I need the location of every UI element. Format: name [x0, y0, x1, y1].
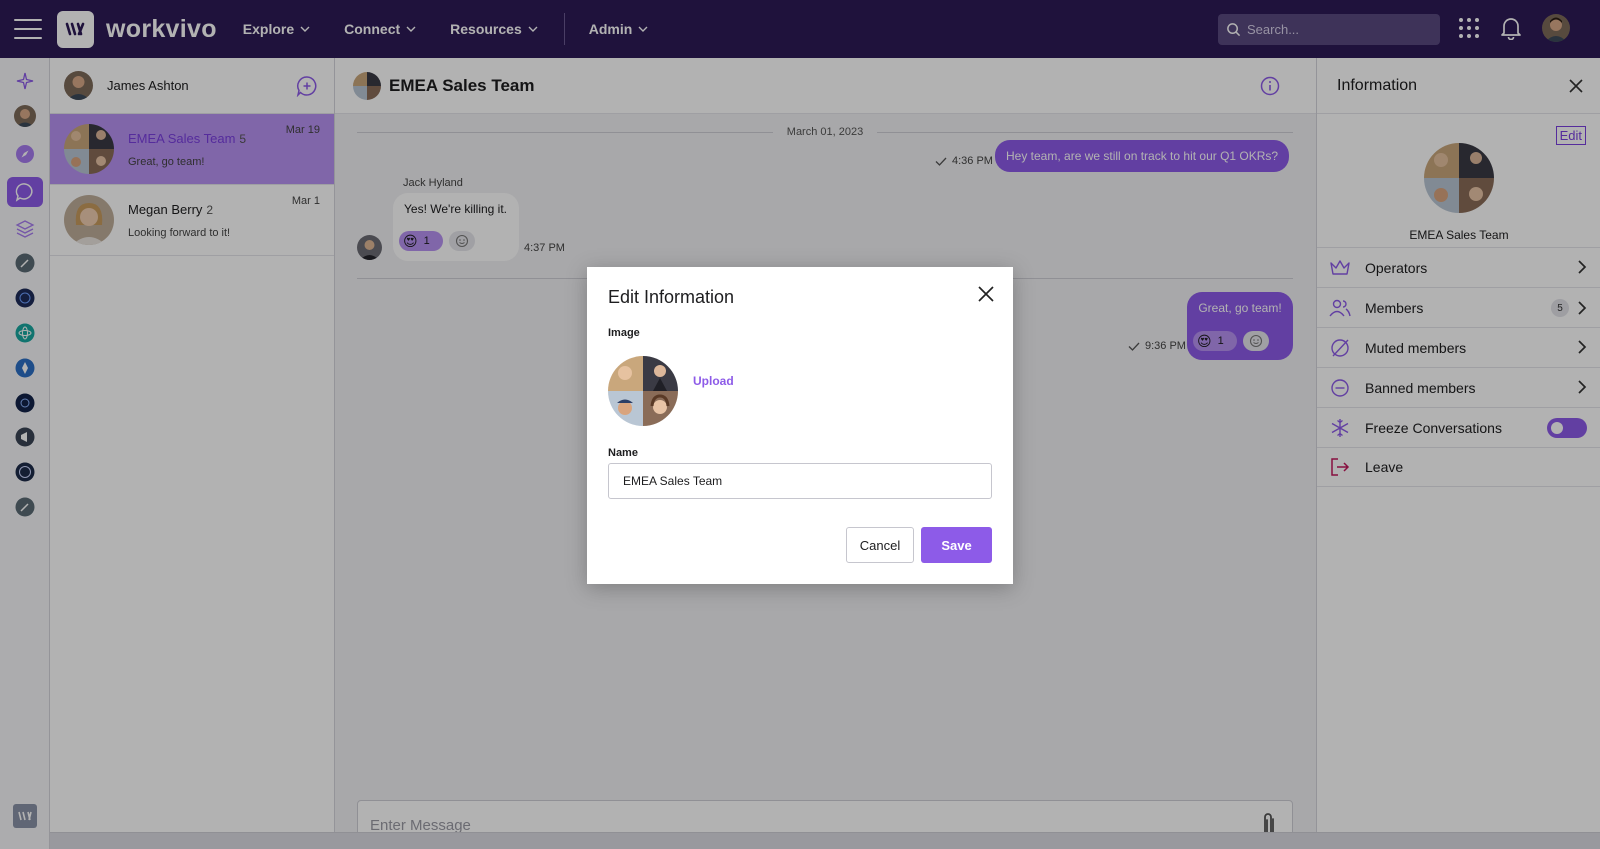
image-label: Image [608, 327, 640, 339]
save-button[interactable]: Save [921, 527, 992, 563]
name-label: Name [608, 447, 638, 459]
group-name-input[interactable] [608, 463, 992, 499]
edit-information-dialog: Edit Information Image Upload Name Cance… [587, 267, 1013, 584]
dialog-title: Edit Information [608, 287, 735, 307]
upload-link[interactable]: Upload [693, 374, 734, 388]
close-icon[interactable] [978, 286, 994, 302]
group-image-preview [608, 356, 678, 426]
cancel-button[interactable]: Cancel [846, 527, 914, 563]
